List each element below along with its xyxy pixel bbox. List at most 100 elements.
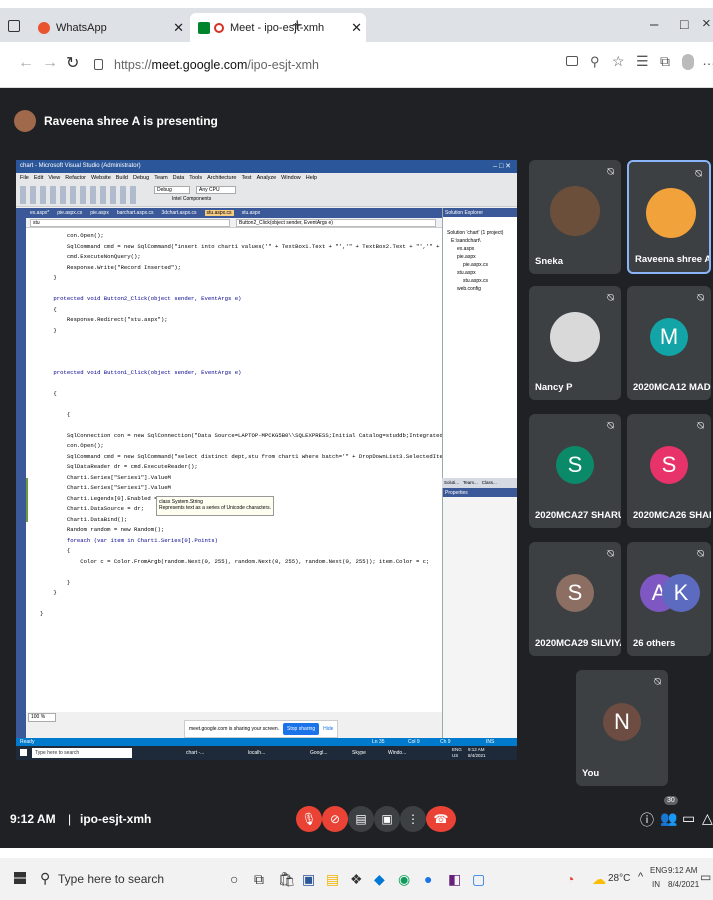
tree-item[interactable]: stu.aspx (447, 269, 515, 277)
chrome-icon[interactable]: ◔ (566, 871, 574, 887)
toolbar-icons[interactable] (20, 186, 140, 204)
menu-item[interactable]: File (20, 175, 29, 181)
more-icon[interactable]: … (702, 52, 713, 68)
new-tab-button[interactable]: + (292, 15, 303, 36)
slides-icon[interactable]: ▤ (326, 871, 339, 888)
member-dropdown[interactable]: Button2_Click(object sender, EventArgs e… (236, 219, 436, 227)
menu-item[interactable]: Edit (34, 175, 43, 181)
target-select[interactable]: Intel Components (170, 196, 230, 204)
more-options-button[interactable]: ⋮ (400, 806, 426, 832)
notifications-icon[interactable]: ▭ (700, 870, 711, 884)
zoom-icon[interactable]: ⚲ (590, 54, 600, 70)
activities-icon[interactable]: △ (702, 810, 713, 827)
menu-item[interactable]: Help (306, 175, 317, 181)
taskbar-app[interactable]: Windo... (388, 750, 406, 756)
stop-sharing-button[interactable]: Stop sharing (283, 723, 320, 735)
taskbar-app[interactable]: localh... (248, 750, 265, 756)
clock-time[interactable]: 9:12 AM (668, 866, 697, 875)
tab-actions-icon[interactable] (8, 20, 20, 32)
participant-tile[interactable]: A K ⍉ 26 others (627, 542, 711, 656)
minimize-button[interactable]: – (650, 16, 658, 33)
zoom-box[interactable]: 100 % (28, 713, 56, 722)
menu-item[interactable]: Debug (133, 175, 149, 181)
menu-item[interactable]: Build (116, 175, 128, 181)
store-icon[interactable]: 🛍 (278, 871, 296, 888)
tree-item[interactable]: E:\sandchart\ (447, 237, 515, 245)
tab-meet[interactable]: Meet - ipo-esjt-xmh ✕ (190, 13, 366, 42)
task-view-icon[interactable]: ⧉ (254, 871, 264, 888)
participant-tile[interactable]: ⍉ Nancy P (529, 286, 621, 400)
present-button[interactable]: ▣ (374, 806, 400, 832)
participant-tile[interactable]: M ⍉ 2020MCA12 MADHUBALA .K (627, 286, 711, 400)
config-select[interactable]: Debug (154, 186, 190, 194)
menu-item[interactable]: Analyze (257, 175, 277, 181)
language-region[interactable]: IN (652, 880, 660, 889)
menu-item[interactable]: Website (91, 175, 111, 181)
url-field[interactable]: https:// meet.google.com /ipo-esjt-xmh (88, 51, 558, 79)
reload-icon[interactable]: ↻ (66, 53, 79, 73)
taskbar-app[interactable]: chart -... (186, 750, 204, 756)
search-icon[interactable]: ⚲ (40, 870, 50, 887)
menu-item[interactable]: Architecture (207, 175, 236, 181)
cortana-icon[interactable]: ○ (230, 871, 238, 887)
menu-item[interactable]: Tools (189, 175, 202, 181)
doc-tab[interactable]: stu.aspx (242, 210, 261, 216)
code-editor[interactable]: con.Open(); SqlCommand cmd = new SqlComm… (26, 228, 442, 712)
tree-item[interactable]: pie.aspx (447, 253, 515, 261)
close-window-button[interactable]: × (702, 15, 711, 32)
camera-off-button[interactable]: ⊘ (322, 806, 348, 832)
outlook-icon[interactable]: ◆ (374, 871, 385, 888)
tree-item[interactable]: pie.aspx.cs (447, 261, 515, 269)
panel-tab[interactable]: Soluti... (444, 480, 459, 486)
back-icon[interactable]: ← (18, 54, 34, 72)
panel-tab[interactable]: Team... (463, 480, 478, 486)
participant-tile[interactable]: N ⍉ You (576, 670, 668, 786)
camera-icon[interactable] (566, 56, 578, 66)
close-icon[interactable]: ✕ (351, 20, 362, 36)
info-icon[interactable]: ⓘ (640, 810, 654, 830)
maximize-button[interactable]: □ (680, 16, 688, 32)
clock-date[interactable]: 8/4/2021 (668, 880, 699, 889)
app-icon[interactable]: ❖ (350, 871, 363, 888)
tree-item[interactable]: web.config (447, 285, 515, 293)
class-dropdown[interactable]: stu (30, 219, 230, 227)
collections-icon[interactable]: ⧉ (660, 53, 670, 70)
doc-tab[interactable]: pie.aspx.cs (57, 210, 82, 216)
language[interactable]: ENG (650, 866, 667, 875)
windows-start-icon[interactable] (20, 749, 27, 756)
explorer-icon[interactable]: ▢ (472, 871, 485, 888)
word-icon[interactable]: ▣ (302, 871, 315, 888)
participant-tile[interactable]: ⍉ Raveena shree A (627, 160, 711, 274)
chat-icon[interactable]: ▭ (682, 810, 695, 827)
close-icon[interactable]: ✕ (173, 20, 184, 36)
menu-item[interactable]: Test (242, 175, 252, 181)
inner-search-box[interactable]: Type here to search (32, 748, 132, 758)
participant-tile[interactable]: S ⍉ 2020MCA27 SHARU LAKSH... (529, 414, 621, 528)
menu-item[interactable]: Team (154, 175, 167, 181)
forward-icon[interactable]: → (42, 54, 58, 72)
doc-tab[interactable]: stu.aspx.cs (204, 210, 234, 216)
blue-app-icon[interactable]: ● (424, 871, 432, 887)
taskbar-app[interactable]: Skype (352, 750, 366, 756)
windows-start-icon[interactable] (14, 872, 26, 884)
doc-tab[interactable]: pie.aspx (90, 210, 109, 216)
solution-tree[interactable]: Solution 'chart' (1 project) E:\sandchart… (443, 217, 517, 293)
people-icon[interactable]: 👥 (660, 810, 677, 827)
edge-icon[interactable]: ◉ (398, 871, 410, 888)
tree-item[interactable]: Solution 'chart' (1 project) (447, 229, 515, 237)
doc-tab[interactable]: 3dchart.aspx.cs (162, 210, 197, 216)
tree-item[interactable]: ex.aspx (447, 245, 515, 253)
panel-tab[interactable]: Class... (482, 480, 497, 486)
menu-item[interactable]: Data (173, 175, 185, 181)
taskbar-search-box[interactable]: Type here to search (58, 872, 164, 886)
platform-select[interactable]: Any CPU (196, 186, 236, 194)
doc-tab[interactable]: ex.aspx* (30, 210, 49, 216)
taskbar-app[interactable]: Googl... (310, 750, 328, 756)
vs-icon[interactable]: ◧ (448, 871, 461, 888)
vs-window-controls[interactable]: – □ ✕ (493, 162, 511, 170)
hide-button[interactable]: Hide (323, 726, 333, 732)
favorites-bar-icon[interactable]: ☰ (636, 53, 649, 70)
menu-item[interactable]: View (48, 175, 60, 181)
participant-tile[interactable]: ⍉ Sneka (529, 160, 621, 274)
tray-chevron-icon[interactable]: ^ (638, 871, 643, 883)
